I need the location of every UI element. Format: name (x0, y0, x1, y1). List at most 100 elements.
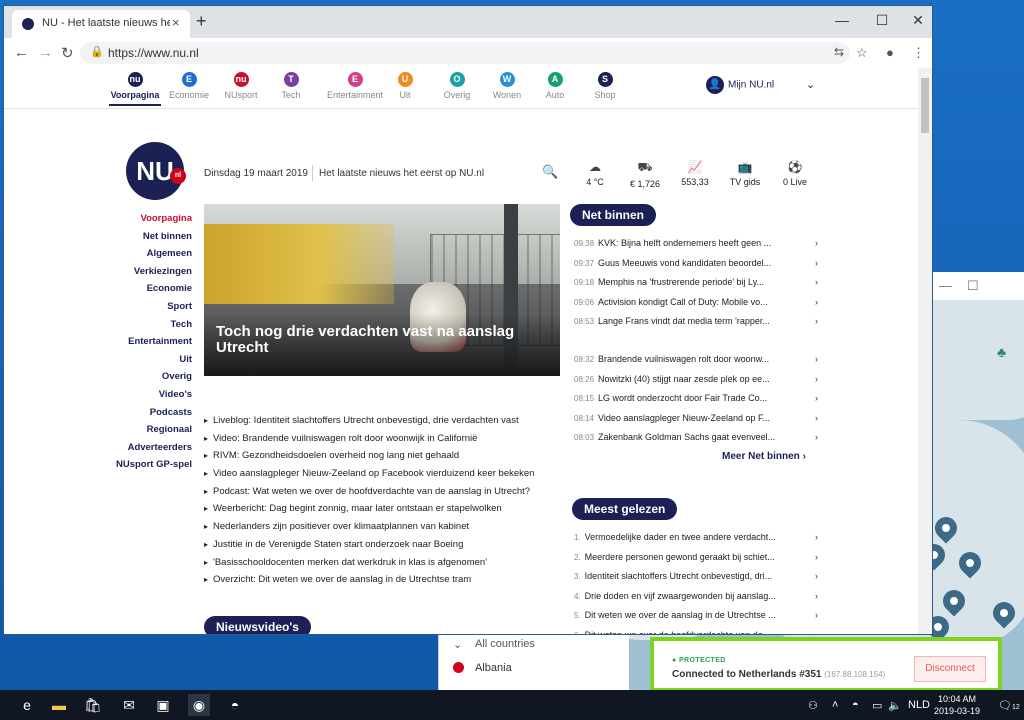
list-item[interactable]: 08:14 Video aanslagpleger Nieuw-Zeeland o… (574, 409, 818, 429)
sidebar-item-overig[interactable]: Overig (100, 368, 192, 386)
headline-link[interactable]: Video: Brandende vuilniswagen rolt door … (204, 430, 564, 448)
new-tab-button[interactable]: + (196, 11, 207, 32)
meest-gelezen-heading[interactable]: Meest gelezen (572, 498, 678, 520)
category-uit-icon: U (397, 72, 413, 87)
tray-chevron-icon[interactable]: ˄ (832, 699, 838, 711)
vpn-app-icon[interactable]: ◓ (224, 694, 246, 716)
scrollbar[interactable] (918, 68, 932, 634)
all-countries-label[interactable]: All countries (475, 638, 535, 650)
tab-shop[interactable]: S Shop (574, 72, 636, 100)
chevron-down-icon[interactable]: ⌄ (806, 78, 815, 91)
list-item[interactable]: 1. Vermoedelijke dader en twee andere ver… (574, 528, 818, 548)
people-icon[interactable]: ⚇ (808, 699, 818, 712)
sidebar-item-economie[interactable]: Economie (100, 280, 192, 298)
hero-headline[interactable]: Toch nog drie verdachten vast na aanslag… (216, 324, 546, 356)
chrome-icon[interactable]: ◉ (188, 694, 210, 716)
tab-tech[interactable]: T Tech (260, 72, 322, 100)
sidebar-item-algemeen[interactable]: Algemeen (100, 245, 192, 263)
maximize-icon[interactable]: ☐ (967, 278, 979, 294)
back-icon[interactable]: ← (14, 44, 29, 61)
profile-icon[interactable]: ● (886, 45, 894, 60)
headline-link[interactable]: RIVM: Gezondheidsdoelen overheid nog lan… (204, 447, 564, 465)
list-item[interactable]: 08:32 Brandende vuilniswagen rolt door wo… (574, 350, 818, 370)
chevron-down-icon[interactable]: ⌄ (453, 638, 462, 651)
sidebar-item-entertainment[interactable]: Entertainment (100, 333, 192, 351)
list-item[interactable]: 2. Meerdere personen gewond geraakt bij s… (574, 548, 818, 568)
sidebar-item-nusport-gp-spel[interactable]: NUsport GP-spel (100, 456, 192, 474)
live-widget[interactable]: ⚽ 0 Live (770, 160, 820, 187)
list-item[interactable]: 4. Drie doden en vijf zwaargewonden bij a… (574, 587, 818, 607)
list-item[interactable]: 09:06 Activision kondigt Call of Duty: Mo… (574, 293, 818, 313)
search-icon[interactable]: 🔍 (542, 164, 558, 180)
sidebar-item-adverteerders[interactable]: Adverteerders (100, 439, 192, 457)
list-item[interactable]: 09:37 Guus Meeuwis vond kandidaten beoord… (574, 254, 818, 274)
menu-dots-icon[interactable]: ⋮ (912, 45, 925, 61)
notification-center-icon[interactable]: 🗨12 (998, 699, 1020, 712)
list-item[interactable]: 08:15 LG wordt onderzocht door Fair Trade… (574, 389, 818, 409)
address-bar[interactable]: 🔒 https://www.nu.nl ⇆ (80, 42, 850, 64)
clock[interactable]: 10:04 AM 2019-03-19 (934, 693, 980, 717)
sidebar-item-uit[interactable]: Uit (100, 351, 192, 369)
headline-link[interactable]: Weerbericht: Dag begint zonnig, maar lat… (204, 500, 564, 518)
sidebar-item-regionaal[interactable]: Regionaal (100, 421, 192, 439)
headline-link[interactable]: Justitie in de Verenigde Staten start on… (204, 536, 564, 554)
sidebar-item-verkiezingen[interactable]: Verkiezingen (100, 263, 192, 281)
sidebar-item-video-s[interactable]: Video's (100, 386, 192, 404)
battery-icon[interactable]: ▭ (872, 699, 882, 712)
store-icon[interactable]: 🛍 (82, 694, 104, 716)
sidebar-item-net-binnen[interactable]: Net binnen (100, 228, 192, 246)
bookmark-star-icon[interactable]: ☆ (856, 45, 868, 61)
weather-widget[interactable]: ☁ 4 °C (570, 160, 620, 187)
vpn-tray-icon[interactable]: ◓ (852, 699, 859, 711)
list-item[interactable]: 09:18 Memphis na 'frustrerende periode' b… (574, 273, 818, 293)
minimize-icon[interactable]: — (939, 278, 952, 293)
reload-icon[interactable]: ↻ (61, 44, 74, 62)
nu-logo[interactable]: NU nl (126, 142, 186, 200)
list-item[interactable]: 08:26 Nowitzki (40) stijgt naar zesde ple… (574, 370, 818, 390)
disconnect-button[interactable]: Disconnect (914, 656, 986, 682)
mail-icon[interactable]: ✉ (118, 694, 140, 716)
headline-link[interactable]: Video aanslagpleger Nieuw-Zeeland op Fac… (204, 465, 564, 483)
net-binnen-heading[interactable]: Net binnen (570, 204, 656, 226)
headline-link[interactable]: Nederlanders zijn positiever over klimaa… (204, 518, 564, 536)
nieuwsvideos-heading[interactable]: Nieuwsvideo's (204, 616, 311, 634)
aex-widget[interactable]: 📈 553,33 (670, 160, 720, 187)
list-item[interactable]: 5. Dit weten we over de aanslag in de Utr… (574, 606, 818, 626)
sidebar-item-voorpagina[interactable]: Voorpagina (100, 210, 192, 228)
list-item[interactable]: 08:03 Zakenbank Goldman Sachs gaat evenve… (574, 428, 818, 448)
sidebar-item-sport[interactable]: Sport (100, 298, 192, 316)
list-item[interactable]: 09:38 KVK: Bijna helft ondernemers heeft … (574, 234, 818, 254)
scrollbar-thumb[interactable] (921, 78, 929, 133)
file-explorer-icon[interactable]: ▬ (48, 694, 70, 716)
chevron-right-icon: › (815, 571, 818, 581)
headline-link[interactable]: 'Basisschooldocenten merken dat werkdruk… (204, 554, 564, 572)
browser-tab[interactable]: NU - Het laatste nieuws het eerst × (12, 10, 190, 38)
headline-link[interactable]: Overzicht: Dit weten we over de aanslag … (204, 571, 564, 589)
sidebar-item-tech[interactable]: Tech (100, 316, 192, 334)
close-window-icon[interactable]: ✕ (910, 12, 926, 29)
desktop-app-icon[interactable]: ▣ (152, 694, 174, 716)
country-albania[interactable]: Albania (475, 662, 512, 674)
translate-icon[interactable]: ⇆ (834, 45, 844, 59)
edge-icon[interactable]: e (16, 694, 38, 716)
list-item[interactable]: 6. Dit weten we over de hoofdverdachte va… (574, 626, 818, 635)
headline-link[interactable]: Podcast: Wat weten we over de hoofdverda… (204, 483, 564, 501)
tvgids-widget[interactable]: 📺 TV gids (720, 160, 770, 187)
forward-icon[interactable]: → (38, 44, 53, 61)
maximize-icon[interactable]: ☐ (874, 12, 890, 29)
fuel-widget[interactable]: ⛟ € 1,726 (620, 160, 670, 189)
url-text[interactable]: https://www.nu.nl (108, 46, 199, 60)
hero-article[interactable]: Toch nog drie verdachten vast na aanslag… (204, 204, 560, 376)
speaker-icon[interactable]: 🔈 (888, 699, 902, 712)
headline-link[interactable]: Liveblog: Identiteit slachtoffers Utrech… (204, 412, 564, 430)
close-tab-icon[interactable]: × (172, 15, 180, 30)
language-indicator[interactable]: NLD (908, 699, 930, 711)
meer-net-binnen-link[interactable]: Meer Net binnen › (722, 451, 806, 462)
list-item[interactable]: 08:53 Lange Frans vindt dat media term 'r… (574, 312, 818, 332)
lock-icon[interactable]: 🔒 (90, 45, 104, 58)
sidebar-item-podcasts[interactable]: Podcasts (100, 404, 192, 422)
tab-voorpagina[interactable]: nu Voorpagina (104, 72, 166, 106)
list-item[interactable]: 3. Identiteit slachtoffers Utrecht onbeve… (574, 567, 818, 587)
minimize-icon[interactable]: — (834, 12, 850, 28)
mijn-nu-button[interactable]: 👤 Mijn NU.nl ⌄ (706, 76, 815, 94)
